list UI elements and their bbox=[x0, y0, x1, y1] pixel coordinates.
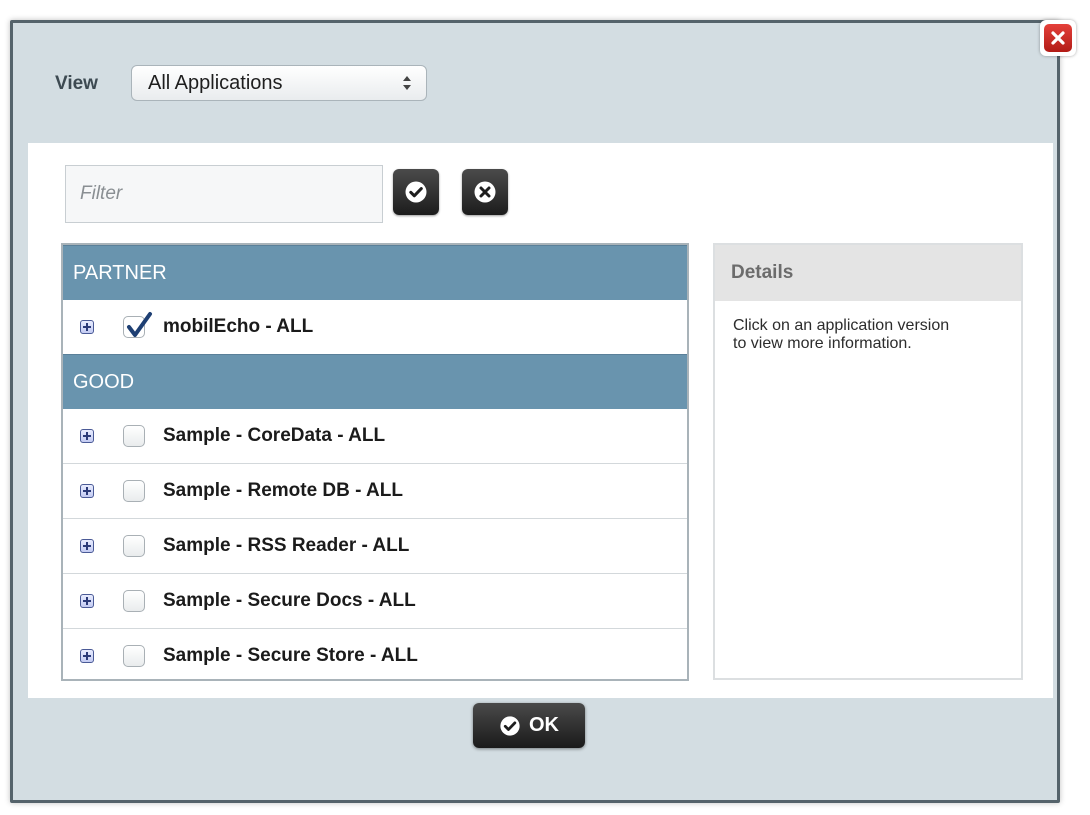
app-label: Sample - RSS Reader - ALL bbox=[163, 535, 410, 556]
filter-input[interactable] bbox=[65, 165, 383, 223]
expand-plus-icon[interactable] bbox=[80, 539, 94, 553]
group-header-good: GOOD bbox=[63, 354, 687, 409]
details-text: Click on an application version to view … bbox=[733, 317, 950, 352]
app-label: Sample - CoreData - ALL bbox=[163, 425, 386, 446]
expand-plus-icon[interactable] bbox=[80, 429, 94, 443]
check-circle-icon bbox=[499, 715, 521, 737]
app-label: Sample - Secure Store - ALL bbox=[163, 645, 418, 666]
applications-list: PARTNER mobilEcho - ALL GOOD Sample - Co… bbox=[61, 243, 689, 681]
view-label: View bbox=[55, 73, 98, 94]
app-row[interactable]: Sample - RSS Reader - ALL bbox=[63, 519, 687, 574]
app-label: Sample - Remote DB - ALL bbox=[163, 480, 403, 501]
expand-plus-icon[interactable] bbox=[80, 649, 94, 663]
app-label: Sample - Secure Docs - ALL bbox=[163, 590, 416, 611]
details-title: Details bbox=[715, 245, 1021, 301]
app-label: mobilEcho - ALL bbox=[163, 316, 314, 337]
app-row[interactable]: Sample - CoreData - ALL bbox=[63, 409, 687, 464]
group-header-partner: PARTNER bbox=[63, 245, 687, 300]
select-arrows-icon bbox=[403, 76, 411, 90]
ok-label: OK bbox=[529, 714, 559, 736]
app-checkbox[interactable] bbox=[123, 425, 145, 447]
expand-plus-icon[interactable] bbox=[80, 484, 94, 498]
expand-plus-icon[interactable] bbox=[80, 320, 94, 334]
app-checkbox[interactable] bbox=[123, 312, 152, 338]
app-checkbox[interactable] bbox=[123, 535, 145, 557]
dialog: View All Applications PARTNER bbox=[10, 20, 1060, 803]
clear-filter-button[interactable] bbox=[462, 169, 508, 215]
close-icon bbox=[1044, 24, 1072, 52]
view-select[interactable]: All Applications bbox=[131, 65, 427, 101]
app-row[interactable]: Sample - Secure Store - ALL bbox=[63, 629, 687, 679]
app-row[interactable]: Sample - Secure Docs - ALL bbox=[63, 574, 687, 629]
content-area: PARTNER mobilEcho - ALL GOOD Sample - Co… bbox=[28, 143, 1053, 698]
checkmark-icon bbox=[127, 312, 152, 337]
app-checkbox[interactable] bbox=[123, 480, 145, 502]
close-button[interactable] bbox=[1040, 20, 1076, 56]
check-circle-icon bbox=[405, 181, 427, 203]
app-row[interactable]: Sample - Remote DB - ALL bbox=[63, 464, 687, 519]
app-row[interactable]: mobilEcho - ALL bbox=[63, 300, 687, 354]
view-select-value: All Applications bbox=[148, 71, 283, 94]
x-circle-icon bbox=[474, 181, 496, 203]
apply-filter-button[interactable] bbox=[393, 169, 439, 215]
ok-button[interactable]: OK bbox=[473, 703, 585, 748]
expand-plus-icon[interactable] bbox=[80, 594, 94, 608]
app-checkbox[interactable] bbox=[123, 645, 145, 667]
app-checkbox[interactable] bbox=[123, 590, 145, 612]
details-panel: Details Click on an application version … bbox=[713, 243, 1023, 680]
